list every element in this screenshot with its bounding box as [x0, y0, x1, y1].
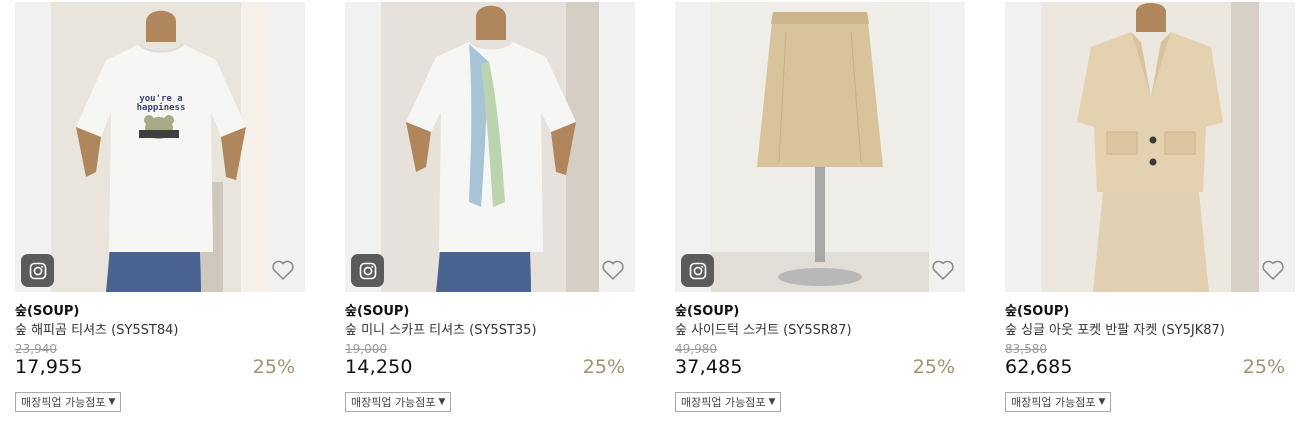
store-pickup-dropdown[interactable]: 매장픽업 가능점포 ▼	[15, 392, 122, 412]
sale-price: 62,685	[1005, 356, 1073, 378]
product-card: 숲(SOUP) 숲 미니 스카프 티셔츠 (SY5ST35) 19,000 14…	[345, 0, 635, 435]
instagram-icon	[359, 262, 376, 279]
store-pickup-dropdown[interactable]: 매장픽업 가능점포 ▼	[1005, 392, 1112, 412]
store-pickup-dropdown[interactable]: 매장픽업 가능점포 ▼	[675, 392, 782, 412]
caret-down-icon: ▼	[768, 397, 776, 407]
product-photo	[381, 2, 599, 292]
brand-name[interactable]: 숲(SOUP)	[1005, 300, 1069, 319]
heart-outline-icon[interactable]	[271, 259, 295, 281]
instagram-button[interactable]	[21, 254, 54, 287]
store-pickup-dropdown[interactable]: 매장픽업 가능점포 ▼	[345, 392, 452, 412]
instagram-icon	[689, 262, 706, 279]
store-pickup-label: 매장픽업 가능점포	[351, 396, 436, 409]
product-name[interactable]: 숲 싱글 아웃 포켓 반팔 자켓 (SY5JK87)	[1005, 319, 1225, 338]
store-pickup-label: 매장픽업 가능점포	[21, 396, 106, 409]
brand-name[interactable]: 숲(SOUP)	[675, 300, 739, 319]
product-photo	[1041, 2, 1259, 292]
sale-price: 14,250	[345, 356, 413, 378]
store-pickup-label: 매장픽업 가능점포	[1011, 396, 1096, 409]
heart-outline-icon[interactable]	[601, 259, 625, 281]
product-image[interactable]	[675, 2, 965, 292]
product-image[interactable]	[345, 2, 635, 292]
product-card: 숲(SOUP) 숲 사이드턱 스커트 (SY5SR87) 49,980 37,4…	[675, 0, 965, 435]
product-name[interactable]: 숲 미니 스카프 티셔츠 (SY5ST35)	[345, 319, 537, 338]
store-pickup-label: 매장픽업 가능점포	[681, 396, 766, 409]
original-price: 49,980	[675, 342, 717, 356]
heart-outline-icon[interactable]	[931, 259, 955, 281]
product-photo: you're a happiness	[51, 2, 269, 292]
brand-name[interactable]: 숲(SOUP)	[15, 300, 79, 319]
caret-down-icon: ▼	[438, 397, 446, 407]
product-image[interactable]: you're a happiness	[15, 2, 305, 292]
caret-down-icon: ▼	[108, 397, 116, 407]
discount-rate: 25%	[912, 356, 955, 378]
discount-rate: 25%	[252, 356, 295, 378]
original-price: 23,940	[15, 342, 57, 356]
original-price: 83,580	[1005, 342, 1047, 356]
product-name[interactable]: 숲 해피곰 티셔츠 (SY5ST84)	[15, 319, 178, 338]
original-price: 19,000	[345, 342, 387, 356]
discount-rate: 25%	[1242, 356, 1285, 378]
discount-rate: 25%	[582, 356, 625, 378]
instagram-icon	[29, 262, 46, 279]
caret-down-icon: ▼	[1098, 397, 1106, 407]
instagram-button[interactable]	[681, 254, 714, 287]
instagram-button[interactable]	[351, 254, 384, 287]
product-image[interactable]	[1005, 2, 1295, 292]
sale-price: 17,955	[15, 356, 83, 378]
sale-price: 37,485	[675, 356, 743, 378]
print-text-line2: happiness	[137, 102, 186, 113]
product-card: 숲(SOUP) 숲 싱글 아웃 포켓 반팔 자켓 (SY5JK87) 83,58…	[1005, 0, 1295, 435]
product-card: you're a happiness 숲(SOUP) 숲 해피곰 티셔츠 (SY…	[15, 0, 305, 435]
product-photo	[711, 2, 929, 292]
product-grid: you're a happiness 숲(SOUP) 숲 해피곰 티셔츠 (SY…	[0, 0, 1300, 435]
product-name[interactable]: 숲 사이드턱 스커트 (SY5SR87)	[675, 319, 852, 338]
brand-name[interactable]: 숲(SOUP)	[345, 300, 409, 319]
heart-outline-icon[interactable]	[1261, 259, 1285, 281]
